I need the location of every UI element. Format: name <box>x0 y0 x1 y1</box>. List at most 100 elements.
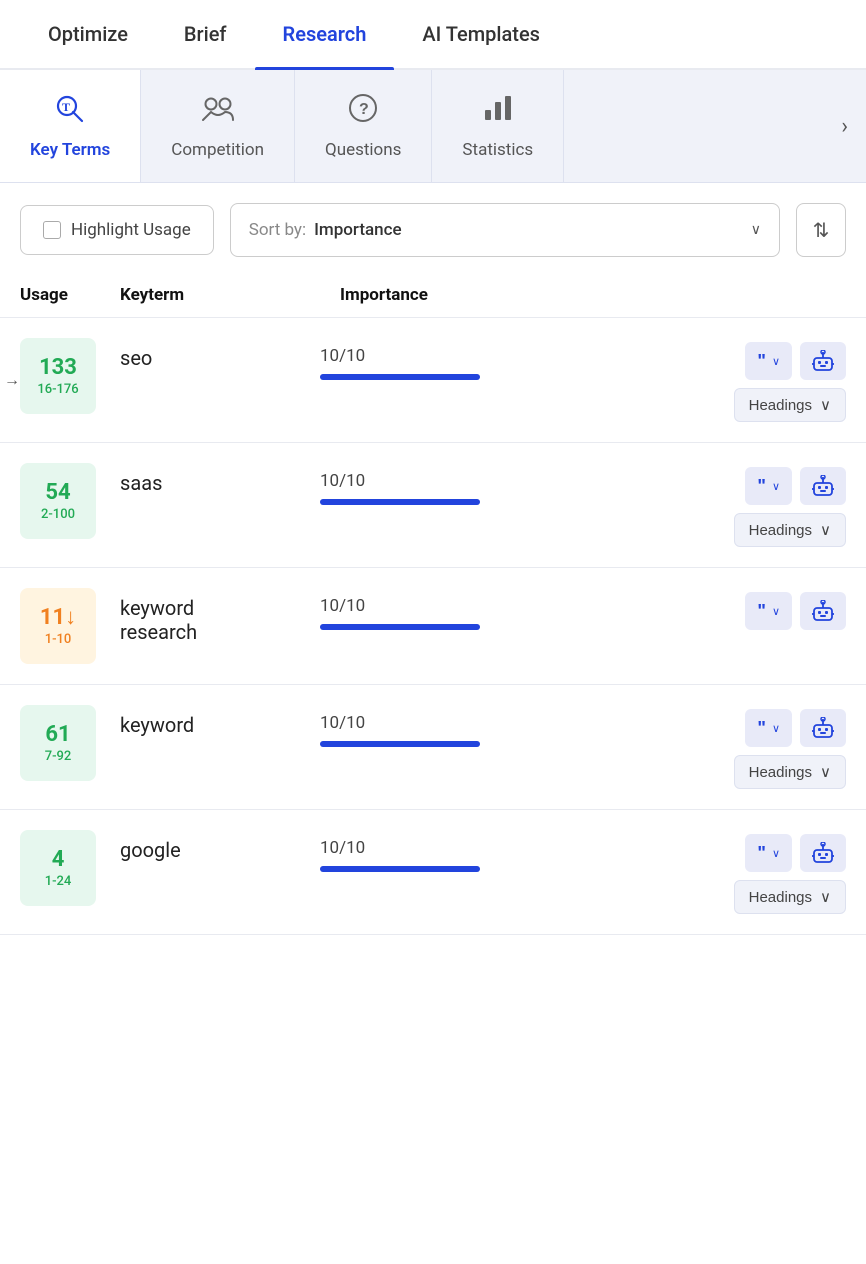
term-row-seo: 13316-176seo10/10"∨ Headings∨ <box>0 318 866 443</box>
headings-label: Headings <box>749 889 812 906</box>
headings-label: Headings <box>749 764 812 781</box>
quote-chevron-icon: ∨ <box>772 480 780 493</box>
term-row-google: 41-24google10/10"∨ Headings∨ <box>0 810 866 935</box>
col-header-keyterm: Keyterm <box>120 285 340 305</box>
highlight-label: Highlight Usage <box>71 220 191 240</box>
term-row-saas: 542-100saas10/10"∨ Headings∨ <box>0 443 866 568</box>
usage-range-keyword-research: 1-10 <box>45 632 72 647</box>
usage-range-google: 1-24 <box>45 874 72 889</box>
importance-bar-bg-seo <box>320 374 480 380</box>
action-row-keyword: "∨ <box>745 709 846 747</box>
action-col-seo: "∨ Headings∨ <box>734 338 846 422</box>
quote-chevron-icon: ∨ <box>772 847 780 860</box>
headings-button-seo[interactable]: Headings∨ <box>734 388 846 422</box>
robot-icon <box>812 350 834 372</box>
usage-badge-keyword-research: 11↓1-10 <box>20 588 96 664</box>
sub-tab-questions[interactable]: ? Questions <box>295 70 432 182</box>
quote-icon: " <box>757 718 766 739</box>
sub-tab-label-questions: Questions <box>325 140 401 160</box>
usage-range-keyword: 7-92 <box>45 749 72 764</box>
usage-count-seo: 133 <box>39 355 77 381</box>
keyterm-keyword-research: keywordresearch <box>120 588 320 644</box>
importance-score-saas: 10/10 <box>320 471 734 491</box>
action-row-keyword-research: "∨ <box>745 592 846 630</box>
sort-chevron-icon: ∨ <box>751 222 761 238</box>
col-header-usage: Usage <box>20 285 120 305</box>
importance-score-google: 10/10 <box>320 838 734 858</box>
headings-button-google[interactable]: Headings∨ <box>734 880 846 914</box>
sub-nav-more-button[interactable]: › <box>823 70 866 182</box>
quote-chevron-icon: ∨ <box>772 722 780 735</box>
importance-bar-bg-google <box>320 866 480 872</box>
importance-score-keyword: 10/10 <box>320 713 734 733</box>
term-row-keyword: 617-92keyword10/10"∨ Headings∨ <box>0 685 866 810</box>
quote-icon: " <box>757 601 766 622</box>
usage-count-keyword-research: 11↓ <box>40 605 76 631</box>
quote-icon: " <box>757 843 766 864</box>
robot-button-keyword[interactable] <box>800 709 846 747</box>
usage-badge-seo: 13316-176 <box>20 338 96 414</box>
headings-button-keyword[interactable]: Headings∨ <box>734 755 846 789</box>
sub-navigation: T Key Terms Competition ? Questions Stat… <box>0 70 866 183</box>
nav-tab-brief[interactable]: Brief <box>156 0 255 68</box>
robot-button-google[interactable] <box>800 834 846 872</box>
action-col-saas: "∨ Headings∨ <box>734 463 846 547</box>
sub-tab-label-statistics: Statistics <box>462 140 533 160</box>
usage-count-keyword: 61 <box>45 722 70 748</box>
sort-control[interactable]: Sort by: Importance ∨ <box>230 203 780 257</box>
col-header-importance: Importance <box>340 285 846 305</box>
sort-value: Importance <box>314 220 751 240</box>
sub-tab-statistics[interactable]: Statistics <box>432 70 564 182</box>
action-row-google: "∨ <box>745 834 846 872</box>
robot-button-keyword-research[interactable] <box>800 592 846 630</box>
importance-score-seo: 10/10 <box>320 346 734 366</box>
sub-tab-label-key-terms: Key Terms <box>30 140 110 160</box>
action-col-keyword-research: "∨ <box>745 588 846 630</box>
highlight-usage-checkbox[interactable]: Highlight Usage <box>20 205 214 255</box>
usage-badge-saas: 542-100 <box>20 463 96 539</box>
headings-label: Headings <box>749 397 812 414</box>
action-row-saas: "∨ <box>745 467 846 505</box>
table-header: Usage Keyterm Importance <box>0 277 866 318</box>
robot-icon <box>812 475 834 497</box>
robot-button-seo[interactable] <box>800 342 846 380</box>
importance-bar-bg-saas <box>320 499 480 505</box>
quote-icon: " <box>757 476 766 497</box>
quote-button-keyword[interactable]: "∨ <box>745 709 792 747</box>
importance-bar-fill-saas <box>320 499 480 505</box>
quote-button-seo[interactable]: "∨ <box>745 342 792 380</box>
quote-button-saas[interactable]: "∨ <box>745 467 792 505</box>
filter-button[interactable]: ⇅ <box>796 203 846 257</box>
action-col-google: "∨ Headings∨ <box>734 830 846 914</box>
term-row-keyword-research: 11↓1-10keywordresearch10/10"∨ <box>0 568 866 685</box>
quote-button-keyword-research[interactable]: "∨ <box>745 592 792 630</box>
headings-label: Headings <box>749 522 812 539</box>
action-col-keyword: "∨ Headings∨ <box>734 705 846 789</box>
importance-bar-bg-keyword <box>320 741 480 747</box>
sub-tab-competition[interactable]: Competition <box>141 70 295 182</box>
sub-tab-key-terms[interactable]: T Key Terms <box>0 70 141 182</box>
headings-button-saas[interactable]: Headings∨ <box>734 513 846 547</box>
importance-col-google: 10/10 <box>320 830 734 872</box>
nav-tab-research[interactable]: Research <box>255 0 395 68</box>
keyterm-seo: seo <box>120 338 320 370</box>
controls-row: Highlight Usage Sort by: Importance ∨ ⇅ <box>0 183 866 277</box>
importance-bar-fill-keyword <box>320 741 480 747</box>
checkbox[interactable] <box>43 221 61 239</box>
importance-score-keyword-research: 10/10 <box>320 596 745 616</box>
usage-range-saas: 2-100 <box>41 507 75 522</box>
quote-button-google[interactable]: "∨ <box>745 834 792 872</box>
sub-tab-label-competition: Competition <box>171 140 264 160</box>
robot-button-saas[interactable] <box>800 467 846 505</box>
quote-chevron-icon: ∨ <box>772 605 780 618</box>
action-row-seo: "∨ <box>745 342 846 380</box>
nav-tab-optimize[interactable]: Optimize <box>20 0 156 68</box>
keyterm-keyword: keyword <box>120 705 320 737</box>
usage-badge-keyword: 617-92 <box>20 705 96 781</box>
importance-bar-fill-google <box>320 866 480 872</box>
usage-count-saas: 54 <box>45 480 70 506</box>
nav-tab-ai-templates[interactable]: AI Templates <box>394 0 568 68</box>
key-terms-icon: T <box>54 92 86 132</box>
usage-range-seo: 16-176 <box>37 382 78 397</box>
quote-chevron-icon: ∨ <box>772 355 780 368</box>
